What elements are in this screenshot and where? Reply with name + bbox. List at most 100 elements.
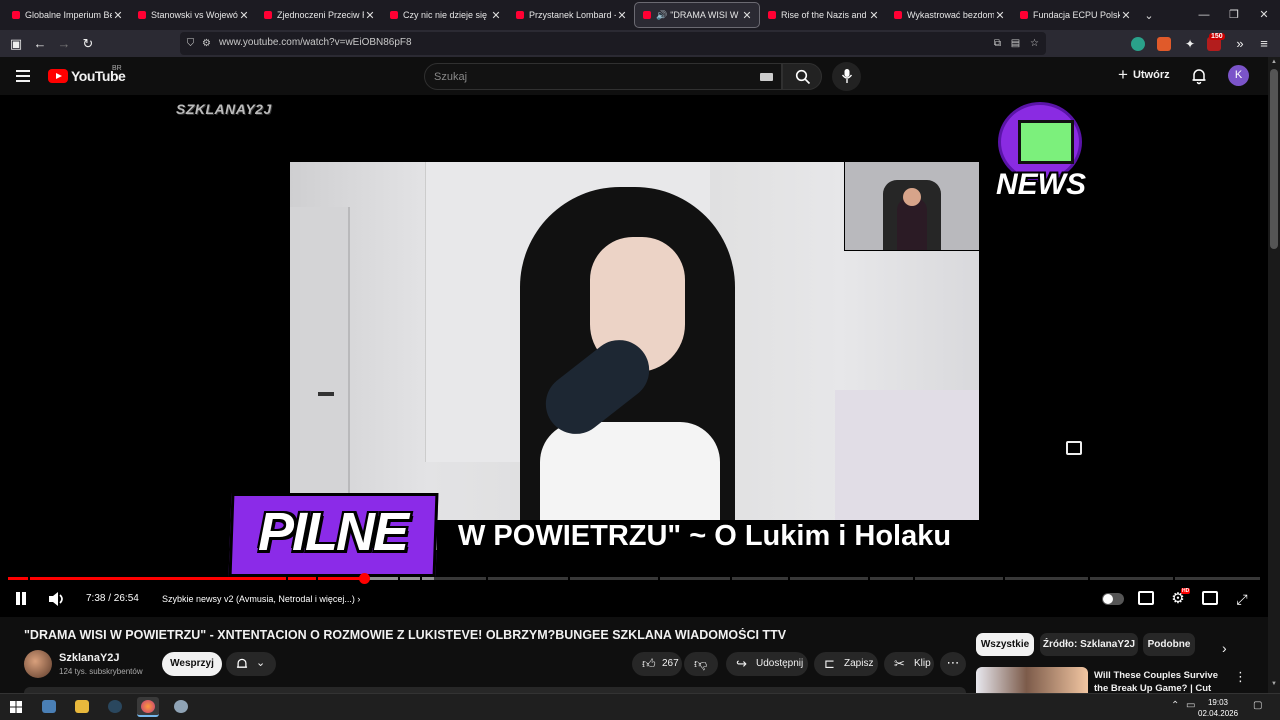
chapter-title[interactable]: Szybkie newsy v2 (Avmusia, Netrodal i wi…: [162, 589, 360, 609]
minimize-icon[interactable]: —: [1188, 0, 1220, 30]
theater-mode-icon[interactable]: [1202, 591, 1218, 605]
share-button[interactable]: ↪ Udostępnij: [726, 652, 808, 676]
window-close-icon[interactable]: ✕: [1248, 0, 1280, 30]
close-tab-icon[interactable]: ✕: [994, 9, 1006, 22]
tray-chevron-icon[interactable]: ⌃: [1171, 700, 1179, 711]
close-tab-icon[interactable]: ✕: [741, 9, 753, 22]
search-placeholder: Szukaj: [434, 71, 468, 83]
save-button[interactable]: ⊏ Zapisz: [814, 652, 878, 676]
volume-icon[interactable]: [47, 589, 65, 609]
progress-scrubber[interactable]: [358, 573, 370, 584]
related-video-menu-icon[interactable]: ⋮: [1234, 669, 1247, 685]
notification-center-icon[interactable]: ▢: [1253, 700, 1262, 711]
youtube-favicon-icon: [12, 11, 20, 19]
browser-tab[interactable]: Rise of the Nazis and Ad✕: [760, 1, 886, 29]
browser-tab[interactable]: Fundacja ECPU Polska: k✕: [1012, 1, 1138, 29]
related-video-thumbnail[interactable]: [976, 667, 1088, 693]
chip-related[interactable]: Podobne: [1143, 633, 1195, 656]
miniplayer-icon[interactable]: [1066, 441, 1082, 455]
voice-search-button[interactable]: [832, 62, 861, 91]
search-button[interactable]: [782, 63, 822, 90]
scroll-down-icon[interactable]: ▼: [1270, 681, 1278, 687]
browser-tab[interactable]: Czy nic nie dzieje się prz✕: [382, 1, 508, 29]
close-tab-icon[interactable]: ✕: [112, 9, 124, 22]
chip-source[interactable]: Źródło: SzklanaY2J: [1040, 633, 1138, 656]
channel-watermark: SZKLANAY2J: [176, 101, 272, 117]
forward-icon[interactable]: →: [54, 34, 74, 54]
extension-icon[interactable]: [1157, 37, 1171, 51]
browser-tab[interactable]: Wykastrować bezdomno✕: [886, 1, 1012, 29]
bookmark-star-icon[interactable]: ☆: [1028, 37, 1041, 50]
shield-icon[interactable]: ⛉: [184, 37, 197, 50]
time-display: 7:38 / 26:54: [86, 593, 139, 604]
youtube-logo[interactable]: YouTube BR: [48, 65, 126, 84]
create-button[interactable]: + Utwórz: [1118, 65, 1170, 84]
page-scrollbar[interactable]: ▲ ▼: [1268, 57, 1280, 693]
chip-all[interactable]: Wszystkie: [976, 633, 1034, 656]
progress-bar[interactable]: [8, 573, 1260, 584]
search-icon: [795, 69, 811, 85]
close-tab-icon[interactable]: ✕: [238, 9, 250, 22]
share-arrow-icon: ↪: [736, 656, 747, 671]
restore-icon[interactable]: ❐: [1218, 0, 1250, 30]
browser-tab[interactable]: Przystanek Lombard - Od✕: [508, 1, 634, 29]
reader-view-icon[interactable]: ▤: [1009, 37, 1022, 50]
scroll-up-icon[interactable]: ▲: [1270, 59, 1278, 65]
system-clock[interactable]: 19:03 02.04.2026: [1198, 697, 1238, 719]
keyboard-icon[interactable]: [760, 73, 773, 81]
like-button[interactable]: 👍︎ 267: [632, 652, 682, 676]
browser-tab[interactable]: Zjednoczeni Przeciw Ras✕: [256, 1, 382, 29]
pause-button[interactable]: [14, 589, 28, 609]
taskbar-app-firefox[interactable]: [137, 697, 159, 717]
search-input[interactable]: Szukaj: [424, 63, 782, 90]
close-tab-icon[interactable]: ✕: [364, 9, 376, 22]
subtitles-icon[interactable]: [1138, 591, 1154, 605]
related-video-title[interactable]: Will These Couples Survive the Break Up …: [1094, 669, 1228, 695]
network-icon[interactable]: ▭: [1186, 700, 1195, 711]
close-tab-icon[interactable]: ✕: [868, 9, 880, 22]
support-button[interactable]: Wesprzyj: [162, 652, 222, 676]
autoplay-toggle[interactable]: [1102, 593, 1124, 605]
taskbar-app-explorer[interactable]: [71, 697, 93, 717]
back-icon[interactable]: ←: [30, 34, 50, 54]
guide-menu-icon[interactable]: [16, 70, 30, 82]
video-player[interactable]: SZKLANAY2J NEWS PILNE W POWIETRZU" ~ O L…: [0, 95, 1268, 617]
browser-tab[interactable]: Globalne Imperium Bezk✕: [4, 1, 130, 29]
extensions-puzzle-icon[interactable]: ✦: [1180, 34, 1200, 54]
notifications-bell-icon[interactable]: [1190, 67, 1208, 85]
sidebar-toggle-icon[interactable]: ▣: [6, 34, 26, 54]
browser-tab[interactable]: Stanowski vs Województ✕: [130, 1, 256, 29]
browser-tab-active[interactable]: 🔊"DRAMA WISI W PO✕: [634, 2, 760, 28]
fullscreen-icon[interactable]: ⤢: [1234, 589, 1250, 609]
reload-icon[interactable]: ↻: [78, 34, 98, 54]
address-bar[interactable]: ⛉ ⚙ www.youtube.com/watch?v=wEiOBN86pF8 …: [180, 32, 1046, 55]
taskbar-app-steam[interactable]: [104, 697, 126, 717]
notification-preferences-button[interactable]: ⌄: [226, 652, 276, 676]
taskbar-app-monitor[interactable]: [38, 697, 60, 717]
close-tab-icon[interactable]: ✕: [1120, 9, 1132, 22]
menu-icon[interactable]: ≡: [1254, 34, 1274, 54]
channel-avatar[interactable]: [24, 650, 52, 678]
start-button[interactable]: [5, 697, 27, 717]
picture-in-picture-icon[interactable]: ⧉: [991, 37, 1004, 50]
taskbar-app-misc[interactable]: [170, 697, 192, 717]
dislike-button[interactable]: 👎︎: [684, 652, 718, 676]
tab-label: "DRAMA WISI W PO: [670, 10, 741, 20]
channel-name[interactable]: SzklanaY2J: [59, 652, 120, 664]
url-text[interactable]: www.youtube.com/watch?v=wEiOBN86pF8: [219, 37, 412, 48]
overflow-chevron-icon[interactable]: »: [1230, 34, 1250, 54]
quality-badge: HD: [1181, 588, 1191, 594]
more-actions-button[interactable]: ⋯: [940, 652, 966, 676]
clip-button[interactable]: ✂ Klip: [884, 652, 934, 676]
list-all-tabs-icon[interactable]: ⌄: [1142, 9, 1156, 22]
close-tab-icon[interactable]: ✕: [490, 9, 502, 22]
extension-icon[interactable]: [1131, 37, 1145, 51]
speaker-icon[interactable]: 🔊: [656, 10, 667, 21]
plus-icon: +: [1118, 65, 1128, 84]
account-avatar[interactable]: K: [1228, 65, 1249, 86]
site-permissions-icon[interactable]: ⚙: [200, 37, 213, 50]
microphone-icon: [841, 69, 853, 83]
scrollbar-thumb[interactable]: [1270, 69, 1278, 249]
close-tab-icon[interactable]: ✕: [616, 9, 628, 22]
chips-next-icon[interactable]: ›: [1222, 640, 1227, 656]
